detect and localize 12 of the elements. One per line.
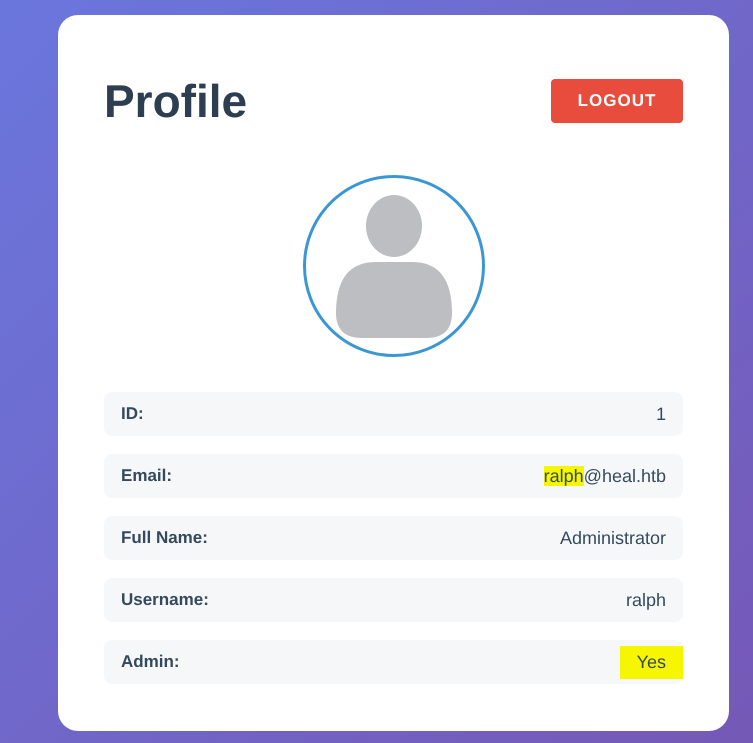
field-label: Full Name: [121,528,208,548]
field-value: Administrator [560,528,666,548]
field-value: Yes [620,646,683,678]
field-label: ID: [121,404,144,424]
field-value: ralph@heal.htb [544,466,666,486]
page-title: Profile [104,74,248,128]
field-value: ralph [626,590,666,610]
field-label: Email: [121,466,172,486]
field-label: Admin: [121,652,180,672]
field-value: 1 [656,404,666,424]
field-label: Username: [121,590,209,610]
logout-button[interactable]: LOGOUT [551,79,683,123]
